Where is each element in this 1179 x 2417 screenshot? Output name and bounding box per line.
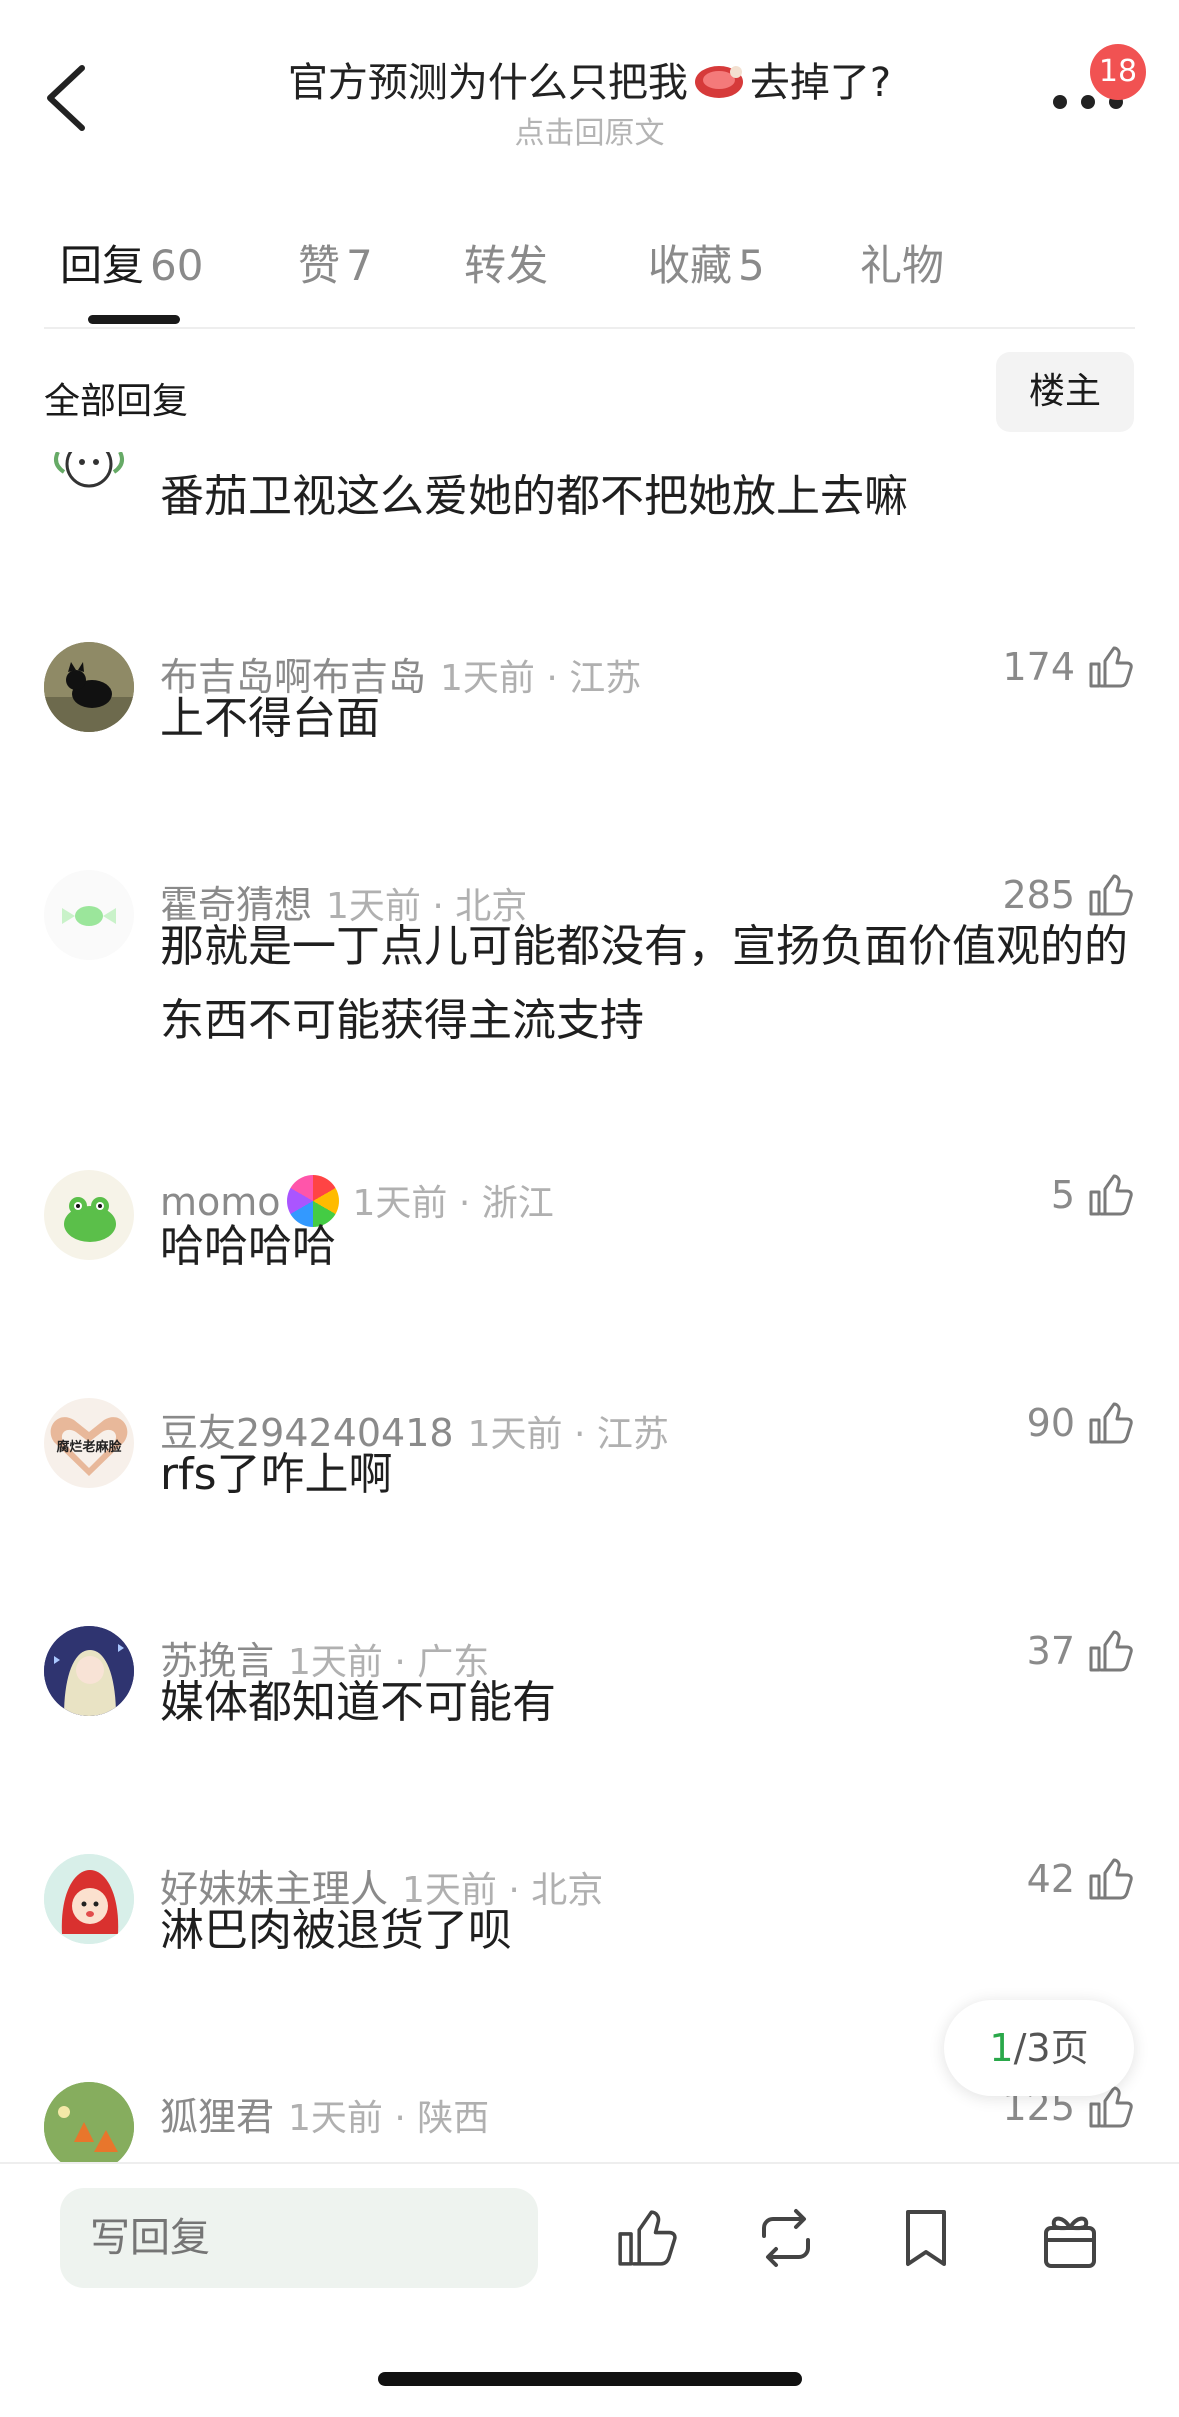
current-page: 1: [989, 2026, 1014, 2070]
owner-only-button[interactable]: 楼主: [996, 352, 1134, 432]
comment-time: 1天前 · 陕西: [288, 2098, 490, 2139]
tab-label: 回复: [60, 241, 145, 290]
green-frog-sticker-icon: [64, 1197, 116, 1242]
tab-label: 礼物: [860, 241, 945, 290]
comment-meta: 狐狸君 1天前 · 陕西: [160, 2086, 489, 2141]
tab-likes[interactable]: 赞7: [298, 232, 373, 293]
comment-item: 番茄卫视这么爱她的都不把她放上去嘛: [0, 452, 1179, 572]
comment-item: 苏挽言 1天前 · 广东 37 媒体都知道不可能有: [0, 1626, 1179, 1796]
title-text-before: 官方预测为什么只把我: [287, 60, 688, 106]
home-indicator[interactable]: [378, 2372, 802, 2386]
comment-text: rfs了咋上啊: [160, 1449, 393, 1500]
comment-text: 那就是一丁点儿可能都没有，宣扬负面价值观的的东西不可能获得主流支持: [160, 921, 1128, 1046]
meat-emoji-icon: [692, 58, 746, 102]
tab-label: 转发: [464, 241, 549, 290]
black-cat-photo-icon: [44, 642, 134, 732]
avatar[interactable]: [44, 1626, 134, 1716]
avatar[interactable]: 腐烂老麻脸: [44, 1398, 134, 1488]
like-post-button[interactable]: [612, 2202, 680, 2274]
comment-item: momo 1天前 · 浙江 5 哈哈哈哈: [0, 1170, 1179, 1340]
gift-button[interactable]: [1036, 2202, 1104, 2274]
total-pages: /3页: [1013, 2026, 1089, 2070]
fox-illustration-icon: [44, 2082, 134, 2162]
comment-text: 上不得台面: [160, 693, 380, 744]
comment-text: 番茄卫视这么爱她的都不把她放上去嘛: [160, 471, 908, 522]
comment-item: 好妹妹主理人 1天前 · 北京 42 淋巴肉被退货了呗: [0, 1854, 1179, 2024]
title-text-after: 去掉了?: [749, 60, 892, 106]
avatar-caption: 腐烂老麻脸: [56, 1440, 122, 1455]
reply-input[interactable]: [60, 2188, 538, 2288]
comment-item: 霍奇猜想 1天前 · 北京 285 那就是一丁点儿可能都没有，宣扬负面价值观的的东…: [0, 870, 1179, 1120]
cartoon-face-icon: [54, 452, 124, 488]
tab-replies[interactable]: 回复 60: [60, 232, 203, 293]
avatar[interactable]: [44, 1854, 134, 1944]
tab-count: 60: [150, 241, 204, 290]
back-to-original-link[interactable]: 点击回原文: [0, 108, 1179, 152]
avatar[interactable]: [44, 870, 134, 960]
avatar[interactable]: [44, 452, 134, 502]
tab-favorites[interactable]: 收藏 5: [648, 232, 765, 293]
green-candy-icon: [62, 906, 116, 926]
comment-item: 腐烂老麻脸 豆友294240418 1天前 · 江苏 90 rfs了咋上啊: [0, 1398, 1179, 1568]
avatar[interactable]: [44, 642, 134, 732]
red-hood-baby-icon: [44, 1854, 134, 1944]
notification-badge: 18: [1090, 44, 1146, 100]
comment-text: 淋巴肉被退货了呗: [160, 1905, 512, 1956]
tab-label: 赞: [298, 241, 341, 290]
tab-count: 5: [738, 241, 765, 290]
avatar[interactable]: [44, 2082, 134, 2162]
tab-label: 收藏: [648, 241, 733, 290]
gift-icon: [1044, 2216, 1096, 2268]
comment-text: 哈哈哈哈: [160, 1221, 336, 1272]
comment-text: 媒体都知道不可能有: [160, 1677, 556, 1728]
repost-button[interactable]: [752, 2202, 820, 2274]
all-replies-label: 全部回复: [44, 381, 189, 422]
repost-icon: [762, 2209, 810, 2267]
avatar[interactable]: [44, 1170, 134, 1260]
page-indicator[interactable]: 1/3页: [944, 2000, 1134, 2096]
comment-author[interactable]: 狐狸君: [160, 2095, 274, 2139]
comment-item: 布吉岛啊布吉岛 1天前 · 江苏 174 上不得台面: [0, 642, 1179, 812]
comment-list[interactable]: 番茄卫视这么爱她的都不把她放上去嘛 布吉岛啊布吉岛 1天前 · 江苏 174 上不…: [0, 452, 1179, 2162]
tab-gifts[interactable]: 礼物: [860, 232, 944, 293]
tab-count: 7: [346, 241, 373, 290]
anime-girl-icon: [44, 1626, 134, 1716]
active-tab-indicator: [88, 315, 180, 324]
page-title: 官方预测为什么只把我 去掉了?: [0, 50, 1179, 108]
thumbs-up-icon: [618, 2210, 677, 2266]
tab-reposts[interactable]: 转发: [464, 232, 548, 293]
bookmark-icon: [906, 2210, 946, 2266]
favorite-button[interactable]: [892, 2202, 960, 2274]
tabs-divider: [44, 327, 1135, 329]
